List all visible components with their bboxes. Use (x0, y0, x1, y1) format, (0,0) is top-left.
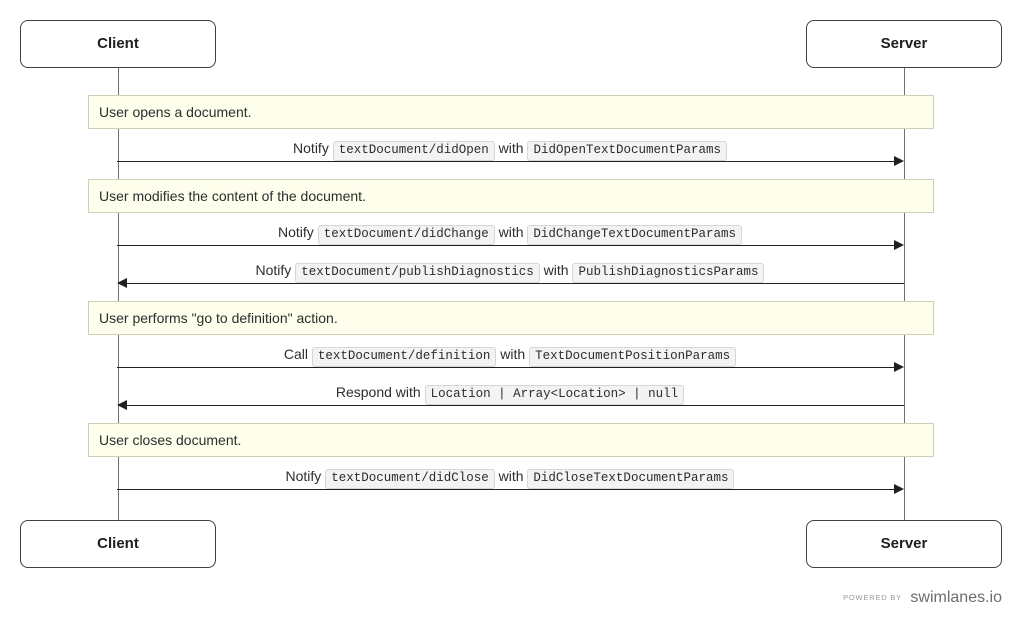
param-code: DidCloseTextDocumentParams (527, 469, 734, 489)
arrowhead-didclose (894, 484, 904, 494)
arrow-diagnostics (125, 283, 904, 284)
message-diagnostics-label: Notify textDocument/publishDiagnostics w… (117, 262, 903, 283)
arrow-didclose (117, 489, 897, 490)
participant-label: Client (97, 535, 139, 552)
message-definition-label: Call textDocument/definition with TextDo… (117, 346, 903, 367)
param-code: PublishDiagnosticsParams (572, 263, 764, 283)
powered-by-label: POWERED BY (843, 593, 902, 602)
method-code: textDocument/didOpen (333, 141, 495, 161)
message-respond-label: Respond with Location | Array<Location> … (117, 384, 903, 405)
verb: Notify (256, 262, 292, 278)
note-modify-doc: User modifies the content of the documen… (88, 179, 934, 213)
mid: with (499, 140, 524, 156)
message-didchange-label: Notify textDocument/didChange with DidCh… (117, 224, 903, 245)
footer-branding: POWERED BY swimlanes.io (843, 589, 1002, 607)
mid: with (544, 262, 569, 278)
arrow-respond (125, 405, 904, 406)
verb: Notify (286, 468, 322, 484)
participant-server-top: Server (806, 20, 1002, 68)
arrowhead-didchange (894, 240, 904, 250)
note-text: User opens a document. (99, 104, 252, 120)
arrowhead-respond (117, 400, 127, 410)
participant-label: Server (881, 35, 928, 52)
note-text: User performs "go to definition" action. (99, 310, 338, 326)
participant-label: Server (881, 535, 928, 552)
participant-client-bottom: Client (20, 520, 216, 568)
note-text: User modifies the content of the documen… (99, 188, 366, 204)
param-code: DidChangeTextDocumentParams (527, 225, 742, 245)
mid: with (499, 468, 524, 484)
arrow-definition (117, 367, 897, 368)
note-open-doc: User opens a document. (88, 95, 934, 129)
arrow-didopen (117, 161, 897, 162)
arrow-didchange (117, 245, 897, 246)
arrowhead-diagnostics (117, 278, 127, 288)
param-code: DidOpenTextDocumentParams (527, 141, 727, 161)
participant-client-top: Client (20, 20, 216, 68)
note-text: User closes document. (99, 432, 241, 448)
sequence-diagram: Client Server User opens a document. Not… (0, 0, 1024, 629)
verb: Notify (293, 140, 329, 156)
mid: with (499, 224, 524, 240)
message-didclose-label: Notify textDocument/didClose with DidClo… (117, 468, 903, 489)
note-close-doc: User closes document. (88, 423, 934, 457)
brand-name: swimlanes.io (910, 589, 1002, 606)
param-code: Location | Array<Location> | null (425, 385, 685, 405)
method-code: textDocument/didChange (318, 225, 495, 245)
message-didopen-label: Notify textDocument/didOpen with DidOpen… (117, 140, 903, 161)
method-code: textDocument/didClose (325, 469, 495, 489)
participant-server-bottom: Server (806, 520, 1002, 568)
mid: with (500, 346, 525, 362)
method-code: textDocument/definition (312, 347, 497, 367)
verb: Notify (278, 224, 314, 240)
verb: Respond with (336, 384, 421, 400)
arrowhead-definition (894, 362, 904, 372)
verb: Call (284, 346, 308, 362)
method-code: textDocument/publishDiagnostics (295, 263, 540, 283)
note-goto-def: User performs "go to definition" action. (88, 301, 934, 335)
arrowhead-didopen (894, 156, 904, 166)
param-code: TextDocumentPositionParams (529, 347, 736, 367)
participant-label: Client (97, 35, 139, 52)
